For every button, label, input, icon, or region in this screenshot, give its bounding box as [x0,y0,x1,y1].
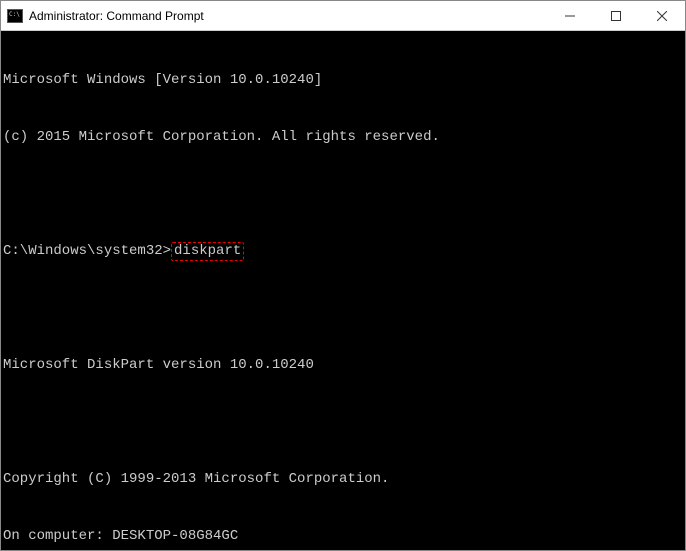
titlebar-left: Administrator: Command Prompt [1,9,204,23]
close-button[interactable] [639,1,685,30]
output-line: Copyright (C) 1999-2013 Microsoft Corpor… [3,470,683,489]
command-diskpart: diskpart [171,242,244,261]
titlebar-buttons [547,1,685,30]
maximize-button[interactable] [593,1,639,30]
prompt-line: C:\Windows\system32>diskpart [3,242,683,261]
command-prompt-window: Administrator: Command Prompt Microsoft … [0,0,686,551]
blank-line [3,299,683,318]
cmd-icon [7,9,23,23]
window-title: Administrator: Command Prompt [29,9,204,23]
minimize-icon [565,11,575,21]
blank-line [3,185,683,204]
output-line: Microsoft Windows [Version 10.0.10240] [3,71,683,90]
close-icon [657,11,667,21]
output-line: (c) 2015 Microsoft Corporation. All righ… [3,128,683,147]
output-line: Microsoft DiskPart version 10.0.10240 [3,356,683,375]
output-line: On computer: DESKTOP-08G84GC [3,527,683,546]
minimize-button[interactable] [547,1,593,30]
titlebar[interactable]: Administrator: Command Prompt [1,1,685,31]
prompt: C:\Windows\system32> [3,243,171,259]
blank-line [3,413,683,432]
maximize-icon [611,11,621,21]
terminal-output[interactable]: Microsoft Windows [Version 10.0.10240] (… [1,31,685,550]
